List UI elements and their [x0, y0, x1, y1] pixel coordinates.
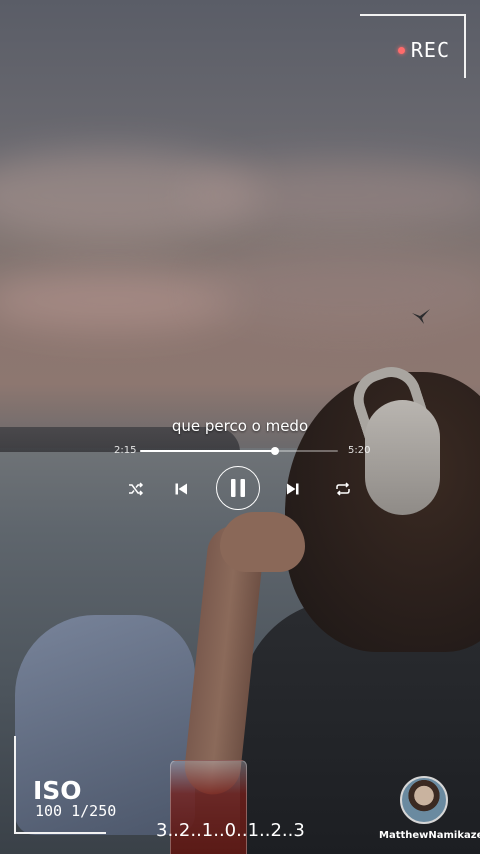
shuffle-icon	[129, 482, 144, 496]
progress-knob[interactable]	[270, 447, 279, 455]
progress-fill	[140, 450, 275, 452]
song-title: que perco o medo	[171, 417, 309, 435]
skip-previous-icon	[175, 483, 187, 495]
rec-dot-icon	[397, 46, 405, 54]
rec-indicator: REC	[397, 38, 450, 62]
avatar[interactable]	[400, 776, 448, 824]
previous-button[interactable]	[172, 480, 190, 498]
progress-bar[interactable]	[140, 447, 338, 455]
hand	[220, 512, 305, 572]
bird-icon	[412, 309, 430, 324]
shuffle-button[interactable]	[127, 480, 145, 498]
username: MatthewNamikaze	[379, 830, 480, 841]
next-button[interactable]	[284, 480, 302, 498]
iso-values: 100 1/250	[35, 802, 117, 820]
time-elapsed: 2:15	[114, 445, 137, 456]
iso-label: ISO	[33, 776, 82, 805]
rec-label: REC	[410, 38, 450, 62]
cloud	[180, 160, 480, 230]
pause-icon	[231, 479, 245, 497]
exposure-scale: 3..2..1..0..1..2..3	[156, 820, 305, 841]
play-pause-button[interactable]	[216, 466, 260, 510]
time-total: 5:20	[348, 445, 371, 456]
repeat-icon	[336, 482, 350, 496]
cloud	[200, 250, 480, 330]
repeat-button[interactable]	[334, 480, 352, 498]
skip-next-icon	[287, 483, 299, 495]
